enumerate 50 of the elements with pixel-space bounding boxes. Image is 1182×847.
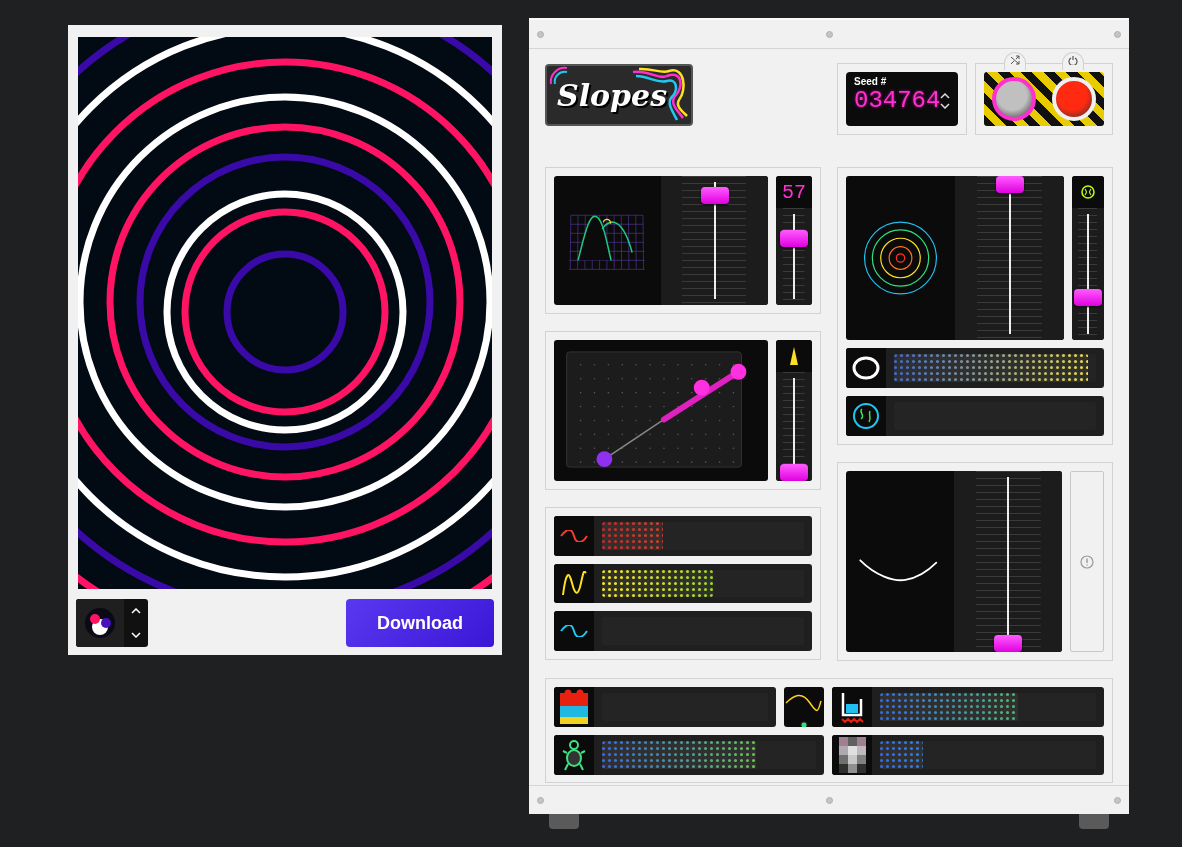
screw	[537, 30, 544, 38]
power-icon	[1068, 55, 1078, 65]
toy-brick-icon	[559, 689, 589, 725]
globe-icon	[852, 402, 880, 430]
vertical-slider[interactable]	[776, 208, 812, 305]
download-button[interactable]: Download	[346, 599, 494, 647]
counter-display: 57	[782, 180, 806, 204]
shuffle-icon	[1010, 55, 1020, 65]
screw	[1114, 30, 1121, 38]
cabinet-foot	[1079, 814, 1109, 829]
screw	[825, 30, 833, 38]
sine-wave-icon	[560, 625, 588, 638]
seed-label: Seed #	[854, 76, 888, 87]
handle-ball[interactable]	[730, 363, 747, 380]
slider-thumb[interactable]	[1074, 288, 1102, 306]
handle-ball[interactable]	[693, 379, 710, 396]
beaker-icon	[839, 691, 865, 723]
vertical-slider[interactable]	[661, 176, 768, 305]
screw	[825, 796, 833, 804]
info-icon	[1080, 554, 1095, 569]
wave-icon	[561, 570, 587, 597]
power-button[interactable]	[1052, 77, 1096, 121]
slider-thumb[interactable]	[994, 635, 1023, 652]
vertical-slider[interactable]	[776, 372, 812, 481]
shuffle-tab[interactable]	[1004, 52, 1026, 70]
vertical-slider[interactable]	[954, 471, 1063, 652]
cone-icon	[790, 347, 798, 365]
power-tab[interactable]	[1062, 52, 1084, 70]
turtle-icon	[561, 739, 587, 771]
slider-thumb[interactable]	[780, 230, 808, 248]
chevron-up-icon[interactable]	[940, 92, 951, 99]
seed-value: 034764	[854, 87, 941, 114]
logo-text: Slopes	[557, 77, 668, 113]
screw	[537, 796, 544, 804]
vertical-slider[interactable]	[1072, 208, 1104, 340]
slider-thumb[interactable]	[995, 176, 1024, 193]
sine-wave-icon	[560, 530, 588, 542]
handle-ball[interactable]	[596, 451, 613, 468]
chevron-down-icon[interactable]	[940, 102, 951, 109]
vertical-slider[interactable]	[955, 176, 1064, 340]
slider-thumb[interactable]	[700, 187, 729, 205]
shuffle-button[interactable]	[992, 77, 1036, 121]
ball-icon	[1081, 185, 1095, 199]
cabinet-foot	[549, 814, 579, 829]
slider-thumb[interactable]	[780, 464, 808, 481]
ring-icon	[852, 356, 880, 380]
palette-icon	[76, 599, 124, 647]
curve-tile[interactable]	[784, 687, 824, 727]
screw	[1114, 796, 1121, 804]
pixelated-image-icon	[838, 737, 866, 773]
